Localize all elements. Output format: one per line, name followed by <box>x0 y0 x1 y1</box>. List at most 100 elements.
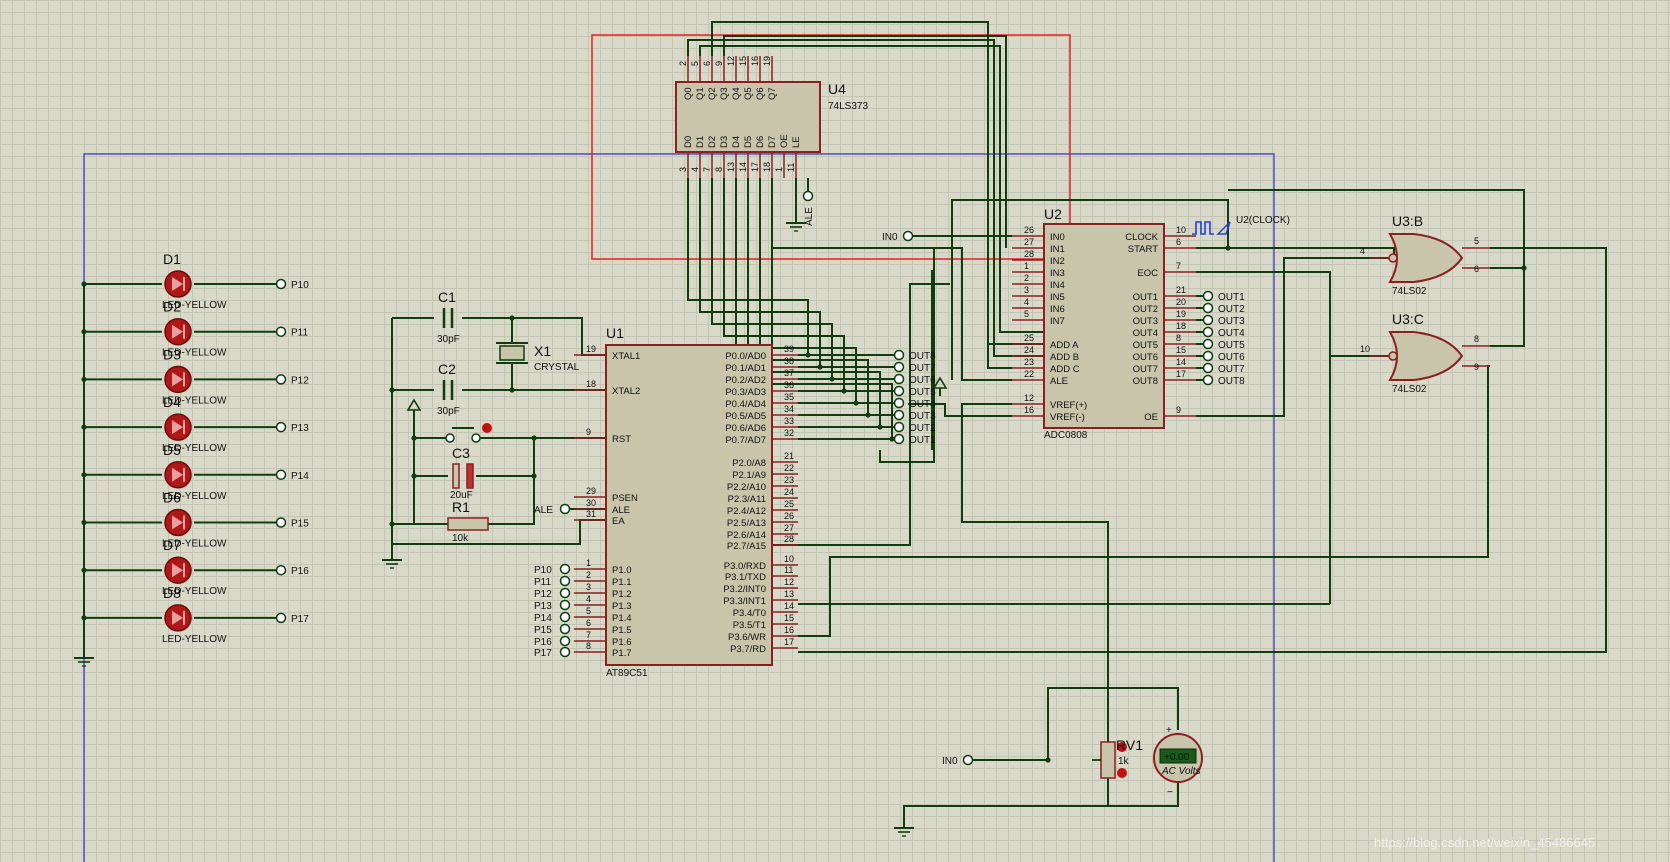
net-terminal-P17[interactable] <box>275 612 287 624</box>
led-ref: D4 <box>163 394 181 410</box>
pin-name: IN7 <box>1050 316 1065 327</box>
p1-terminal[interactable] <box>559 611 571 623</box>
pin-number: 8 <box>1474 334 1479 344</box>
net-terminal-P13[interactable] <box>275 421 287 433</box>
clock-generator[interactable] <box>1192 221 1231 235</box>
out-terminal[interactable] <box>893 397 905 409</box>
pin-name: Q3 <box>719 87 730 100</box>
p1-terminal[interactable] <box>559 635 571 647</box>
pin-number: 24 <box>1024 345 1034 355</box>
adc-out-terminal[interactable] <box>1202 362 1214 374</box>
u1-ref: U1 <box>606 325 624 341</box>
p1-terminal[interactable] <box>559 646 571 658</box>
adc-out-terminal[interactable] <box>1202 374 1214 386</box>
adc-u2[interactable] <box>1012 223 1196 429</box>
adc-out-terminal[interactable] <box>1202 338 1214 350</box>
led-5[interactable] <box>164 461 192 489</box>
p1-terminal[interactable] <box>559 623 571 635</box>
led-ref: D6 <box>163 490 181 506</box>
net-label: P11 <box>291 328 308 339</box>
led-ref: D5 <box>163 442 181 458</box>
pin-name: OUT6 <box>1133 352 1158 363</box>
ale-label: ALE <box>534 505 553 516</box>
led-8[interactable] <box>164 604 192 632</box>
capacitor-c2[interactable] <box>442 380 454 400</box>
watermark: https://blog.csdn.net/weixin_45486645 <box>1374 835 1596 850</box>
led-7[interactable] <box>164 556 192 584</box>
ale-terminal-u4[interactable] <box>802 190 814 202</box>
net-terminal-P16[interactable] <box>275 564 287 576</box>
pin-number: 28 <box>784 534 794 544</box>
pin-name: D2 <box>707 136 718 148</box>
pin-name: D3 <box>719 136 730 148</box>
pin-name: Q6 <box>755 87 766 100</box>
out-terminal[interactable] <box>893 421 905 433</box>
ale-terminal[interactable] <box>559 503 571 515</box>
pin-name: RST <box>612 434 631 445</box>
capacitor-c3[interactable] <box>452 463 474 489</box>
pin-name: Q1 <box>695 87 706 100</box>
net-terminal-P10[interactable] <box>275 278 287 290</box>
out-terminal[interactable] <box>893 385 905 397</box>
crystal-x1[interactable] <box>496 342 528 364</box>
pin-name: D7 <box>767 136 778 148</box>
pin-number: 9 <box>1176 405 1181 415</box>
pin-name: IN5 <box>1050 292 1065 303</box>
nor-gate-u3b[interactable] <box>1370 233 1490 283</box>
wire <box>759 178 881 427</box>
resistor-r1[interactable] <box>447 517 489 531</box>
led-4[interactable] <box>164 413 192 441</box>
led-3[interactable] <box>164 365 192 394</box>
latch-u4[interactable] <box>675 56 821 178</box>
out-terminal[interactable] <box>893 349 905 361</box>
adc-out-terminal[interactable] <box>1202 314 1214 326</box>
led-2[interactable] <box>164 317 192 346</box>
adc-out-terminal[interactable] <box>1202 290 1214 302</box>
pin-number: 21 <box>1176 285 1186 295</box>
led-ref: D7 <box>163 537 181 553</box>
pin-name: P0.0/AD0 <box>725 351 766 362</box>
adc-out-terminal[interactable] <box>1202 350 1214 362</box>
voltmeter-display: +0.00 <box>1164 752 1190 763</box>
p1-terminal[interactable] <box>559 563 571 575</box>
in0-terminal[interactable] <box>902 230 914 242</box>
pin-number: 8 <box>714 167 724 172</box>
net-terminal-P15[interactable] <box>275 517 287 528</box>
pin-number: 1 <box>586 558 591 568</box>
led-6[interactable] <box>164 508 192 537</box>
p1-terminal[interactable] <box>559 599 571 611</box>
pin-number: 27 <box>784 523 794 533</box>
in0-terminal-rv1[interactable] <box>962 754 974 766</box>
pin-number: 2 <box>678 61 688 66</box>
net-label: OUT2 <box>909 423 936 434</box>
out-terminal[interactable] <box>893 409 905 421</box>
pin-number: 5 <box>690 61 700 66</box>
p1-terminal[interactable] <box>559 587 571 599</box>
led-1[interactable] <box>164 270 192 298</box>
out-terminal[interactable] <box>893 373 905 385</box>
pin-name: P3.4/T0 <box>733 608 766 619</box>
out-terminal[interactable] <box>893 433 905 445</box>
nor-gate-u3c[interactable] <box>1370 331 1490 381</box>
schematic-drawing[interactable]: D1LED-YELLOWP10D2LED-YELLOWP11D3LED-YELL… <box>0 0 1670 862</box>
net-terminal-P14[interactable] <box>275 469 287 481</box>
pin-name: P0.1/AD1 <box>725 363 766 374</box>
net-label: P17 <box>534 648 552 659</box>
adc-out-terminal[interactable] <box>1202 326 1214 338</box>
reset-button[interactable] <box>445 423 492 443</box>
pin-name: Q4 <box>731 87 742 100</box>
capacitor-c1[interactable] <box>442 308 454 328</box>
pin-name: XTAL1 <box>612 351 640 362</box>
r1-ref: R1 <box>452 499 470 515</box>
p1-terminal[interactable] <box>559 575 571 587</box>
junction-dot <box>805 352 811 358</box>
net-terminal-P11[interactable] <box>275 326 287 337</box>
pin-number: 16 <box>784 625 794 635</box>
c1-value: 30pF <box>437 334 460 345</box>
wire <box>413 418 448 439</box>
net-label: P15 <box>534 625 552 636</box>
adc-out-terminal[interactable] <box>1202 302 1214 314</box>
out-terminal[interactable] <box>893 361 905 373</box>
net-terminal-P12[interactable] <box>275 374 287 385</box>
pin-name: CLOCK <box>1125 232 1158 243</box>
